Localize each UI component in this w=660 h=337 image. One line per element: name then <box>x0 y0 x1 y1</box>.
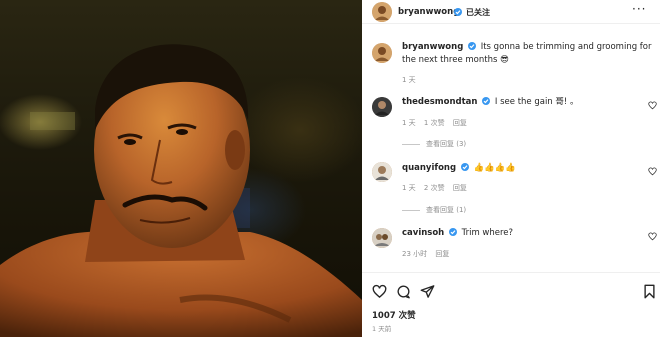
replies-divider <box>402 209 420 211</box>
verified-badge-icon <box>448 228 457 236</box>
comment-text: Trim where? <box>461 228 514 238</box>
comment-username[interactable]: cavinsoh <box>402 228 444 238</box>
view-replies-button[interactable]: 查看回复 (1) <box>402 205 466 215</box>
like-count[interactable]: 1007 次赞 <box>372 309 416 321</box>
follow-status-button[interactable]: 已关注 <box>466 7 490 18</box>
caption-meta: 1 天 <box>402 75 422 85</box>
comment-like-heart-icon[interactable] <box>648 167 657 176</box>
comment-username[interactable]: quanyifong <box>402 163 456 173</box>
save-bookmark-icon[interactable] <box>643 284 656 299</box>
verified-badge-icon <box>482 97 491 105</box>
comment-body: quanyifong 👍👍👍👍 <box>402 162 632 175</box>
comment-avatar[interactable] <box>372 162 392 182</box>
comment-likes[interactable]: 2 次赞 <box>424 184 445 192</box>
comment-meta: 1 天 1 次赞 回复 <box>402 118 473 128</box>
comment-meta: 1 天 2 次赞 回复 <box>402 183 473 193</box>
comment-reply-button[interactable]: 回复 <box>435 250 449 258</box>
comment-reply-button[interactable]: 回复 <box>453 119 467 127</box>
verified-badge-icon <box>460 163 469 171</box>
post-actions: 1007 次赞 1 天前 <box>362 272 660 337</box>
post-photo <box>0 0 362 337</box>
comment-time: 1 天 <box>402 184 416 192</box>
comment-like-heart-icon[interactable] <box>648 101 657 110</box>
comment-time: 1 天 <box>402 119 416 127</box>
view-replies-button[interactable]: 查看回复 (3) <box>402 139 466 149</box>
caption-username[interactable]: bryanwwong <box>402 42 463 52</box>
comment-username[interactable]: thedesmondtan <box>402 97 477 107</box>
comment-meta: 23 小时 回复 <box>402 249 455 259</box>
like-heart-icon[interactable] <box>372 284 387 299</box>
comment-text: 👍👍👍👍 <box>473 163 516 173</box>
comment-reply-button[interactable]: 回复 <box>453 184 467 192</box>
comment-likes[interactable]: 1 次赞 <box>424 119 445 127</box>
comment-avatar[interactable] <box>372 228 392 248</box>
post-photo-illustration <box>0 44 362 337</box>
verified-badge-icon <box>454 8 462 16</box>
comment-bubble-icon[interactable] <box>396 284 411 299</box>
replies-divider <box>402 143 420 145</box>
post-panel: bryanwwong 已关注 ··· bryanwwong Its gonna … <box>362 0 660 337</box>
comment-text: I see the gain 哥! 。 <box>494 97 579 107</box>
comment-time: 23 小时 <box>402 250 428 258</box>
share-paper-plane-icon[interactable] <box>420 284 435 299</box>
view-replies-label[interactable]: 查看回复 (3) <box>426 140 466 148</box>
comment-avatar[interactable] <box>372 97 392 117</box>
comment-body: thedesmondtan I see the gain 哥! 。 <box>402 96 632 109</box>
comment-body: cavinsoh Trim where? <box>402 227 632 240</box>
post-date[interactable]: 1 天前 <box>372 323 391 333</box>
comment-like-heart-icon[interactable] <box>648 232 657 241</box>
caption-time: 1 天 <box>402 76 416 84</box>
post-caption: bryanwwong Its gonna be trimming and gro… <box>402 41 652 67</box>
author-username[interactable]: bryanwwong <box>398 7 459 17</box>
author-avatar[interactable] <box>372 2 392 22</box>
view-replies-label[interactable]: 查看回复 (1) <box>426 206 466 214</box>
more-options-icon[interactable]: ··· <box>632 2 646 16</box>
post-header: bryanwwong 已关注 ··· <box>362 0 660 24</box>
caption-avatar[interactable] <box>372 43 392 63</box>
verified-badge-icon <box>468 42 476 50</box>
